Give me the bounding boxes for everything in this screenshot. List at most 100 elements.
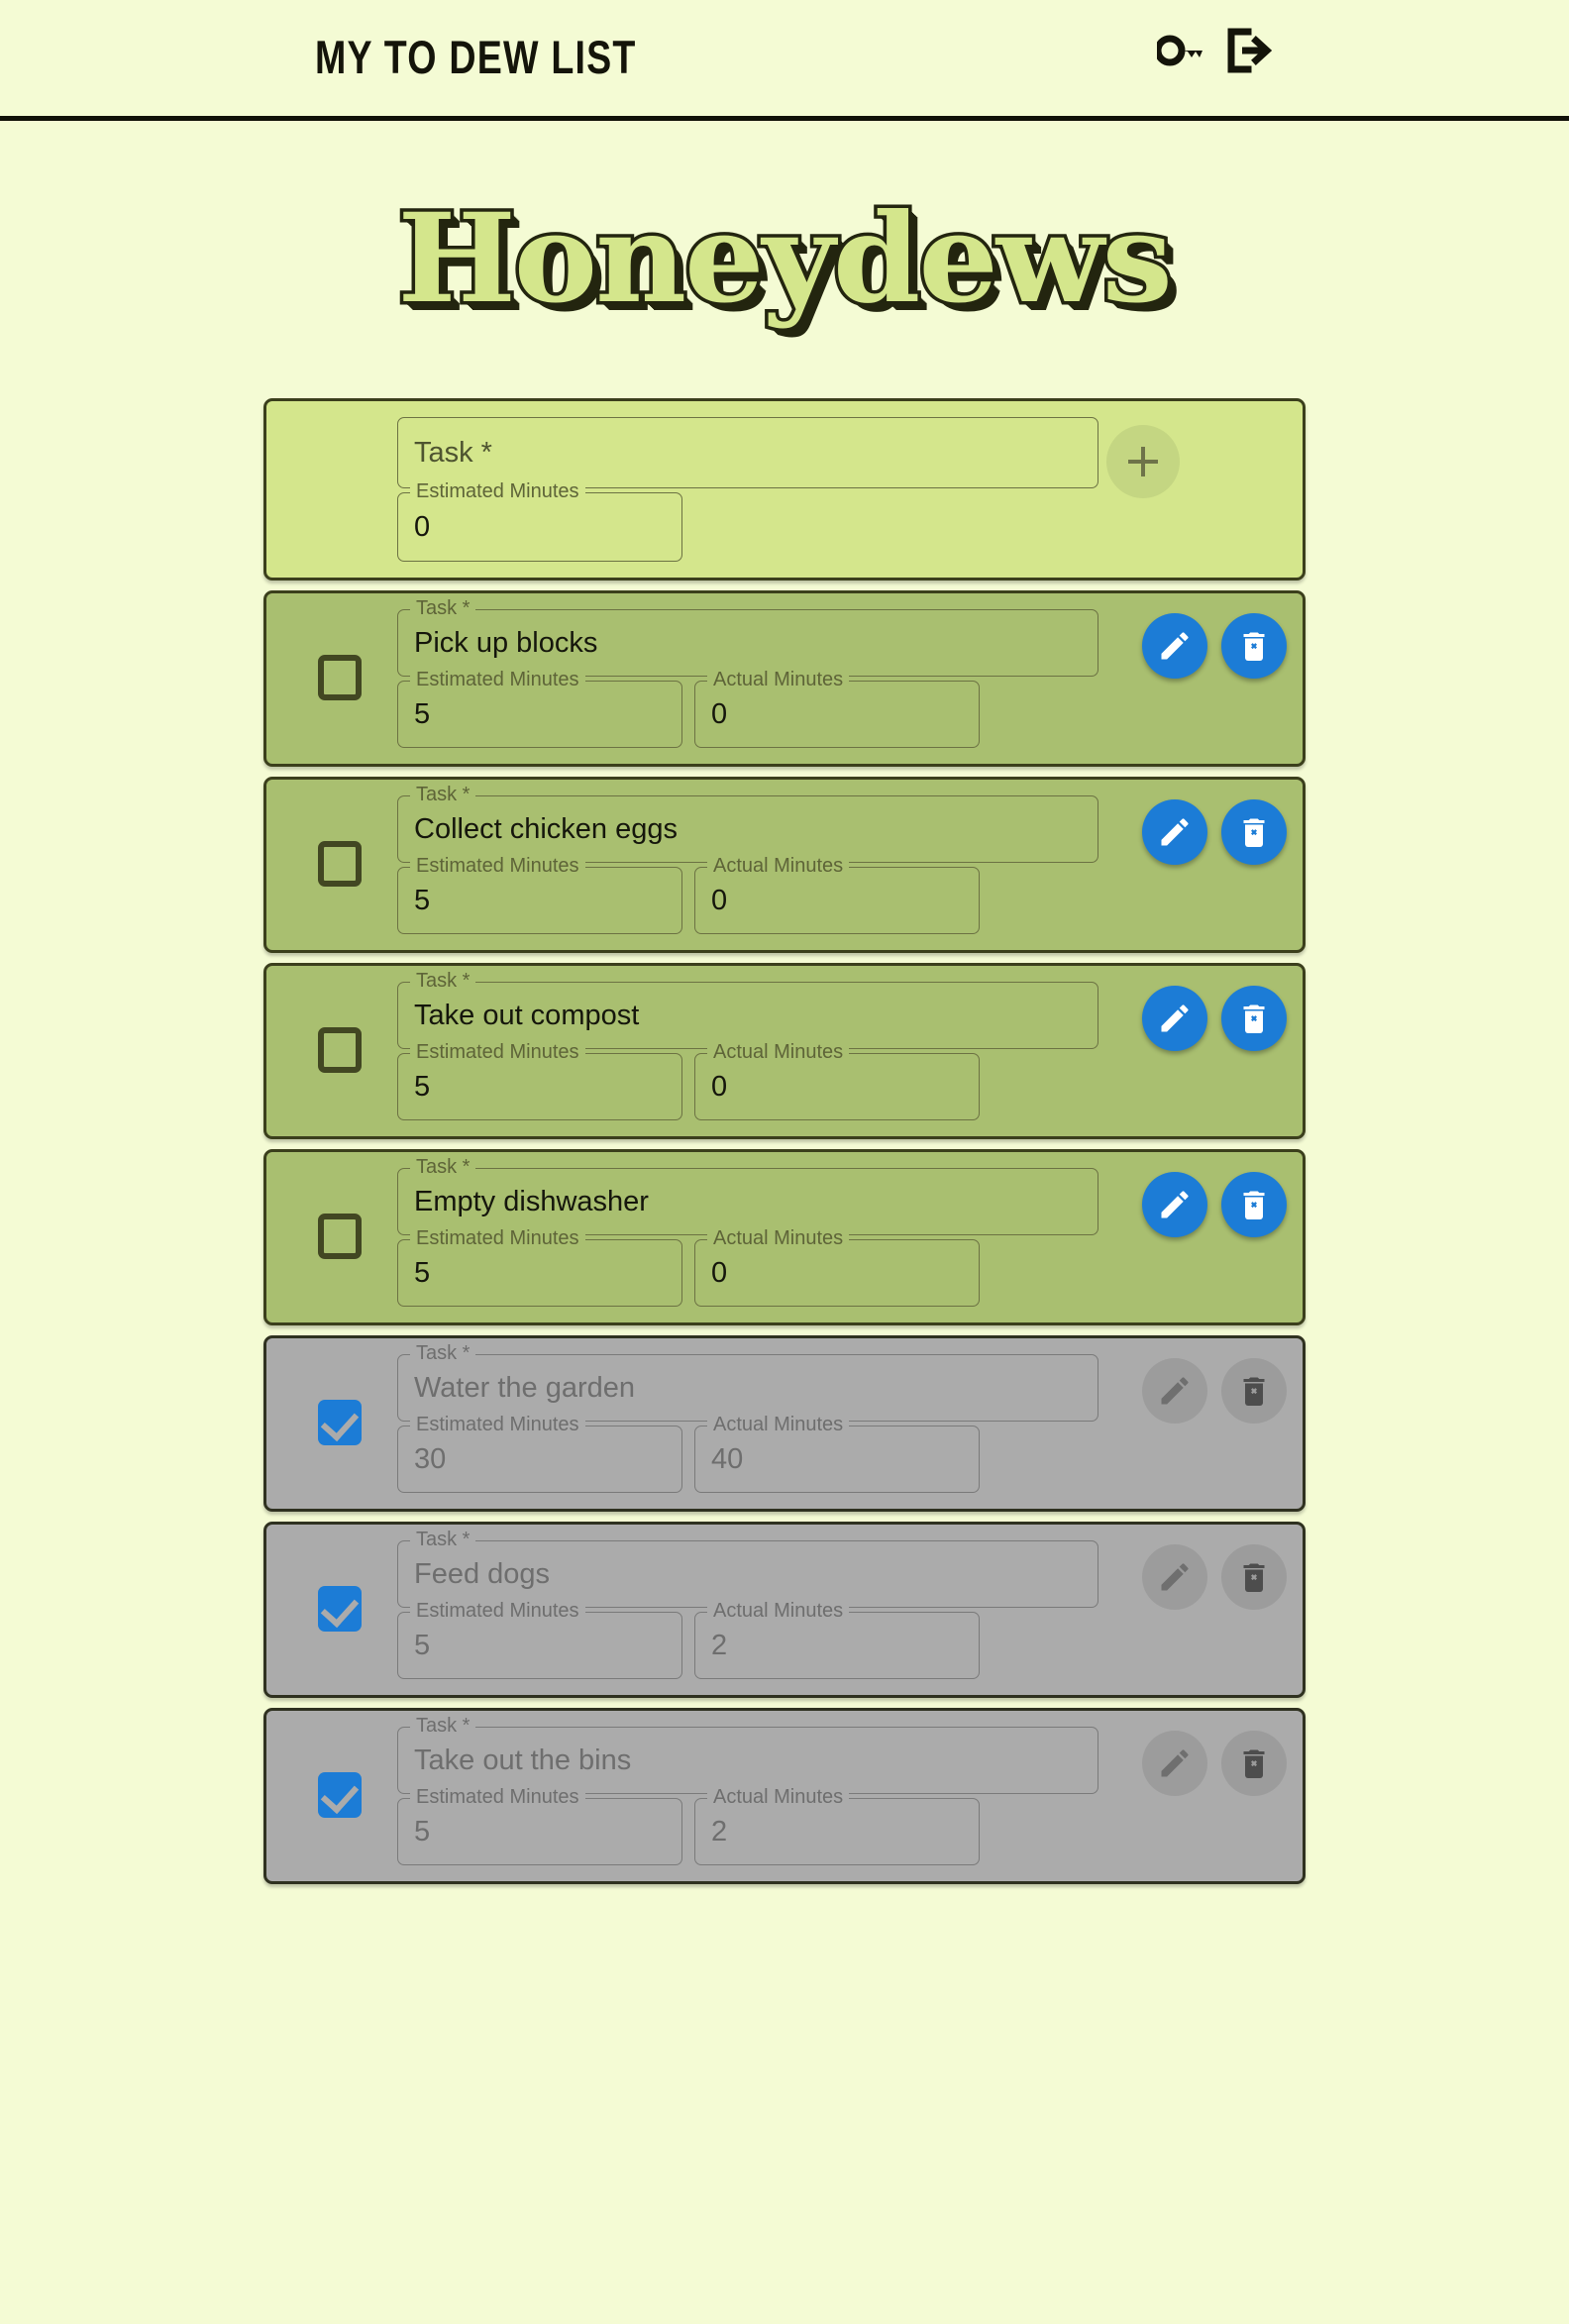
estimated-minutes-label: Estimated Minutes [410, 1042, 585, 1062]
task-fields: Task * Pick up blocks Estimated Minutes … [397, 598, 1098, 748]
task-name-value: Collect chicken eggs [414, 812, 678, 845]
estimated-minutes-input[interactable]: Estimated Minutes 5 [397, 856, 682, 934]
task-minutes-row: Estimated Minutes 5 Actual Minutes 0 [397, 856, 1098, 934]
estimated-minutes-input[interactable]: Estimated Minutes 5 [397, 670, 682, 748]
task-name-input: Task * Water the garden [397, 1343, 1098, 1422]
delete-task-button[interactable] [1221, 1172, 1287, 1237]
estimated-minutes-input: Estimated Minutes 5 [397, 1787, 682, 1865]
estimated-minutes-input: Estimated Minutes 5 [397, 1601, 682, 1679]
estimated-minutes-label: Estimated Minutes [410, 1415, 585, 1434]
task-checkbox[interactable] [318, 841, 362, 887]
estimated-minutes-label: Estimated Minutes [410, 1787, 585, 1807]
new-task-fields: Task * Task * Estimated Minutes 0 [397, 415, 1098, 562]
edit-task-button[interactable] [1142, 986, 1207, 1051]
estimated-minutes-value: 5 [414, 1629, 431, 1661]
new-task-minutes-row: Estimated Minutes 0 [397, 481, 1098, 562]
delete-task-button[interactable] [1221, 799, 1287, 865]
edit-task-button[interactable] [1142, 1172, 1207, 1237]
task-checkbox[interactable] [318, 1586, 362, 1632]
app-header: MY TO DEW LIST [0, 0, 1569, 121]
task-fields: Task * Water the garden Estimated Minute… [397, 1343, 1098, 1493]
task-actions [1098, 980, 1287, 1120]
actual-minutes-value: 0 [711, 1070, 728, 1103]
task-actions [1098, 1538, 1287, 1679]
task-checkbox-cell [282, 607, 397, 748]
actual-minutes-label: Actual Minutes [707, 670, 850, 689]
task-name-input[interactable]: Task * Pick up blocks [397, 598, 1098, 677]
task-name-input: Task * Take out the bins [397, 1716, 1098, 1794]
task-minutes-row: Estimated Minutes 5 Actual Minutes 0 [397, 1228, 1098, 1307]
header-actions [1154, 28, 1273, 73]
task-minutes-row: Estimated Minutes 5 Actual Minutes 2 [397, 1601, 1098, 1679]
delete-task-button [1221, 1544, 1287, 1610]
task-checkbox-cell [282, 1352, 397, 1493]
new-task-input[interactable]: Task * Task * [397, 417, 1098, 488]
actual-minutes-value: 2 [711, 1629, 728, 1661]
task-name-value: Feed dogs [414, 1557, 551, 1590]
app-title: MY TO DEW LIST [315, 31, 637, 83]
actual-minutes-label: Actual Minutes [707, 1042, 850, 1062]
actual-minutes-value: 40 [711, 1442, 744, 1475]
task-name-label: Task * [410, 598, 476, 618]
task-minutes-row: Estimated Minutes 5 Actual Minutes 0 [397, 670, 1098, 748]
task-minutes-row: Estimated Minutes 5 Actual Minutes 0 [397, 1042, 1098, 1120]
actual-minutes-label: Actual Minutes [707, 1228, 850, 1248]
estimated-minutes-label: Estimated Minutes [410, 670, 585, 689]
add-task-button[interactable] [1106, 425, 1180, 498]
new-task-estimated-value: 0 [414, 510, 431, 543]
task-checkbox[interactable] [318, 655, 362, 700]
task-name-value: Take out the bins [414, 1743, 632, 1776]
task-name-value: Water the garden [414, 1371, 635, 1404]
actual-minutes-label: Actual Minutes [707, 856, 850, 876]
actual-minutes-value: 2 [711, 1815, 728, 1848]
task-name-label: Task * [410, 785, 476, 804]
task-checkbox[interactable] [318, 1214, 362, 1259]
actual-minutes-input[interactable]: Actual Minutes 0 [694, 670, 980, 748]
edit-task-button [1142, 1731, 1207, 1796]
task-name-label: Task * [410, 1157, 476, 1177]
estimated-minutes-input: Estimated Minutes 30 [397, 1415, 682, 1493]
edit-task-button [1142, 1544, 1207, 1610]
task-actions [1098, 1166, 1287, 1307]
estimated-minutes-value: 5 [414, 884, 431, 916]
actual-minutes-input[interactable]: Actual Minutes 0 [694, 1228, 980, 1307]
task-checkbox-cell [282, 1538, 397, 1679]
new-task-checkbox-spacer [282, 415, 397, 562]
delete-task-button [1221, 1731, 1287, 1796]
estimated-minutes-input[interactable]: Estimated Minutes 5 [397, 1042, 682, 1120]
delete-task-button[interactable] [1221, 986, 1287, 1051]
new-task-estimated-input[interactable]: Estimated Minutes 0 [397, 481, 682, 562]
task-name-label: Task * [410, 1716, 476, 1736]
task-checkbox[interactable] [318, 1400, 362, 1445]
task-name-label: Task * [410, 1530, 476, 1549]
task-name-value: Take out compost [414, 999, 640, 1031]
task-name-input[interactable]: Task * Take out compost [397, 971, 1098, 1049]
actual-minutes-value: 0 [711, 884, 728, 916]
edit-task-button[interactable] [1142, 799, 1207, 865]
estimated-minutes-label: Estimated Minutes [410, 856, 585, 876]
task-checkbox[interactable] [318, 1027, 362, 1073]
task-row: Task * Take out the bins Estimated Minut… [263, 1708, 1306, 1884]
delete-task-button [1221, 1358, 1287, 1424]
actual-minutes-label: Actual Minutes [707, 1787, 850, 1807]
task-name-input[interactable]: Task * Empty dishwasher [397, 1157, 1098, 1235]
task-checkbox[interactable] [318, 1772, 362, 1818]
task-fields: Task * Empty dishwasher Estimated Minute… [397, 1157, 1098, 1307]
estimated-minutes-label: Estimated Minutes [410, 1601, 585, 1621]
task-checkbox-cell [282, 793, 397, 934]
estimated-minutes-input[interactable]: Estimated Minutes 5 [397, 1228, 682, 1307]
estimated-minutes-value: 5 [414, 1815, 431, 1848]
task-row: Task * Feed dogs Estimated Minutes 5 Act… [263, 1522, 1306, 1698]
delete-task-button[interactable] [1221, 613, 1287, 679]
task-name-input[interactable]: Task * Collect chicken eggs [397, 785, 1098, 863]
task-actions [1098, 607, 1287, 748]
task-row: Task * Water the garden Estimated Minute… [263, 1335, 1306, 1512]
actual-minutes-input[interactable]: Actual Minutes 0 [694, 856, 980, 934]
logout-icon[interactable] [1224, 28, 1273, 73]
actual-minutes-input[interactable]: Actual Minutes 0 [694, 1042, 980, 1120]
edit-task-button[interactable] [1142, 613, 1207, 679]
new-task-estimated-label: Estimated Minutes [410, 481, 585, 501]
task-checkbox-cell [282, 980, 397, 1120]
key-icon[interactable] [1154, 34, 1206, 67]
task-checkbox-cell [282, 1725, 397, 1865]
